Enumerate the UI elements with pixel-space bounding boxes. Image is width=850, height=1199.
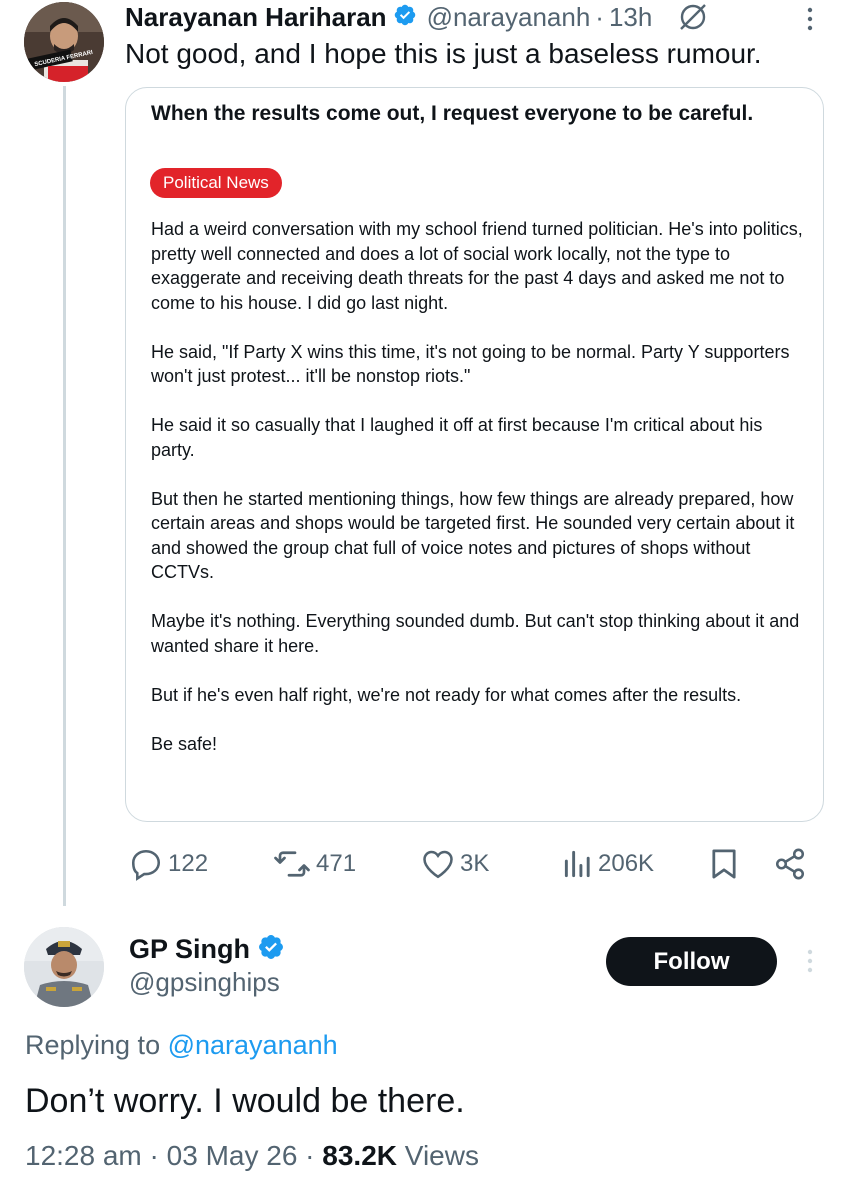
reply-author-name[interactable]: GP Singh (129, 934, 250, 965)
reply-author-handle[interactable]: @gpsinghips (129, 967, 280, 998)
like-button[interactable]: 3K (420, 846, 489, 882)
repost-icon (274, 851, 310, 877)
follow-button[interactable]: Follow (606, 937, 777, 986)
tweet-meta: 12:28 am · 03 May 26 · 83.2K Views (25, 1140, 479, 1172)
separator-dot: · (595, 1, 604, 32)
quoted-image-card[interactable]: When the results come out, I request eve… (125, 87, 824, 822)
tweet-time[interactable]: 13h (609, 2, 652, 33)
more-options-icon[interactable] (800, 946, 820, 976)
views-label: Views (404, 1140, 479, 1171)
views-count[interactable]: 83.2K (322, 1140, 397, 1171)
reply-icon (131, 849, 161, 881)
replying-to-line: Replying to @narayananh (25, 1030, 338, 1061)
replying-to-handle[interactable]: @narayananh (168, 1030, 338, 1060)
reply-button[interactable]: 122 (128, 846, 208, 882)
separator-dot: · (149, 1140, 159, 1171)
avatar-image (24, 2, 104, 82)
heart-icon (423, 850, 453, 879)
reply-tweet-text: Don’t worry. I would be there. (25, 1082, 465, 1120)
author-handle[interactable]: @narayananh (427, 2, 591, 33)
views-button[interactable]: 206K (562, 846, 654, 882)
repost-button[interactable]: 471 (272, 846, 356, 882)
quote-paragraph: Had a weird conversation with my school … (151, 219, 808, 313)
quote-paragraph: But if he's even half right, we're not r… (151, 684, 742, 705)
reply-author-avatar[interactable] (24, 927, 104, 1007)
share-icon[interactable] (773, 846, 807, 887)
reply-count: 122 (168, 850, 209, 877)
parent-tweet-text: Not good, and I hope this is just a base… (125, 38, 762, 69)
more-options-icon[interactable] (800, 4, 820, 34)
reply-tweet-header: GP Singh (129, 933, 285, 966)
quote-paragraph: He said it so casually that I laughed it… (151, 415, 768, 460)
views-count: 206K (598, 850, 655, 877)
quote-paragraph: Maybe it's nothing. Everything sounded d… (151, 611, 805, 656)
separator-dot: · (305, 1140, 315, 1171)
avatar-image (24, 927, 104, 1007)
category-badge: Political News (150, 168, 282, 198)
verified-badge-icon (393, 3, 417, 32)
author-name[interactable]: Narayanan Hariharan (125, 2, 387, 33)
grok-icon[interactable] (676, 0, 710, 34)
quote-body: Had a weird conversation with my school … (151, 217, 811, 781)
tweet-time[interactable]: 12:28 am (25, 1140, 142, 1171)
analytics-icon (564, 850, 590, 878)
like-count: 3K (460, 850, 490, 877)
bookmark-icon[interactable] (708, 846, 740, 887)
quote-paragraph: He said, "If Party X wins this time, it'… (151, 341, 795, 387)
quote-paragraph: Be safe! (151, 733, 218, 754)
thread-line (63, 86, 66, 906)
quote-paragraph: But then he started mentioning things, h… (151, 488, 800, 583)
replying-to-label: Replying to (25, 1030, 161, 1060)
verified-badge-icon (257, 933, 285, 966)
repost-count: 471 (316, 850, 357, 877)
quote-title: When the results come out, I request eve… (151, 102, 754, 125)
parent-tweet-header: Narayanan Hariharan @narayananh · 13h (125, 0, 710, 34)
tweet-date[interactable]: 03 May 26 (167, 1140, 298, 1171)
author-avatar[interactable] (24, 2, 104, 82)
